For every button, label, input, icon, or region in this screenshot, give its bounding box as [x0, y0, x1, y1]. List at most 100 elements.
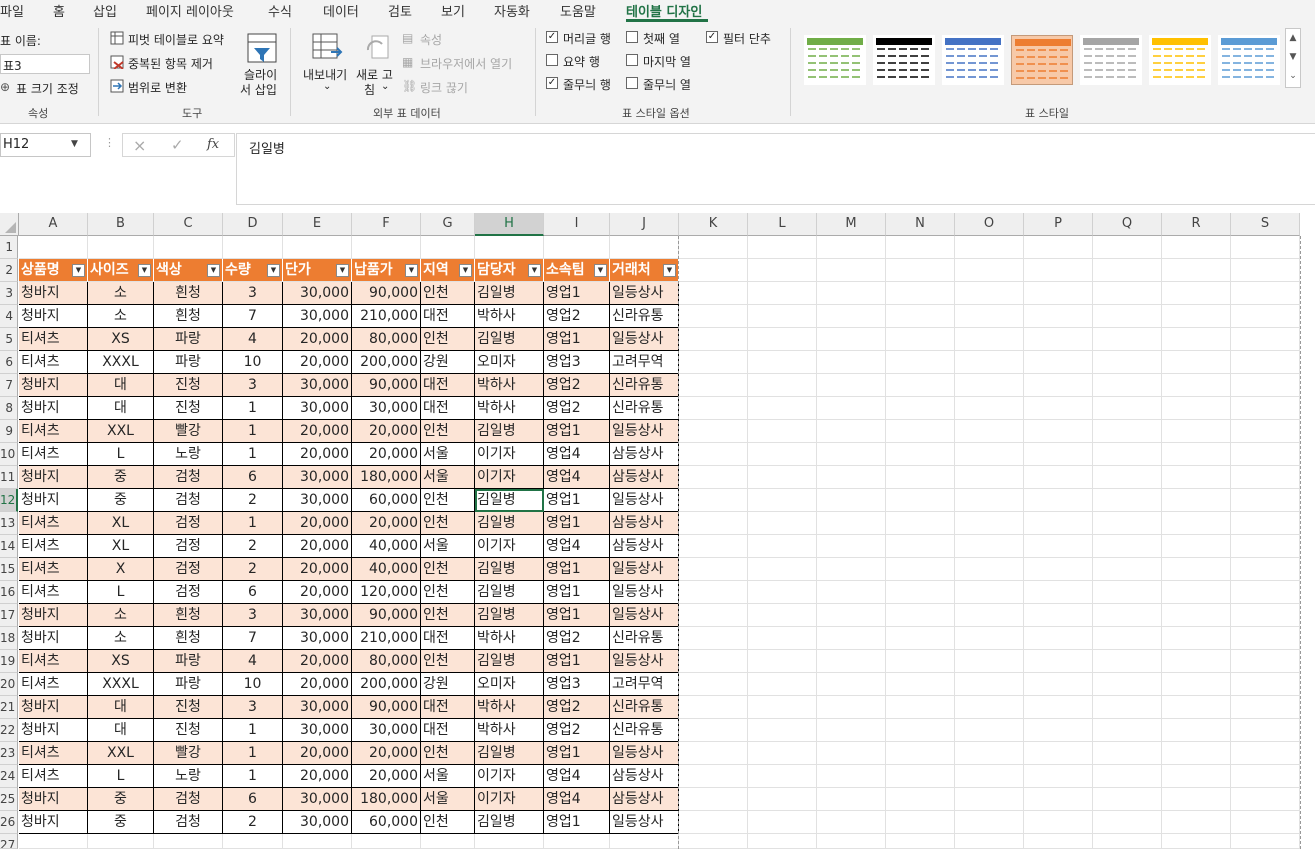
cell[interactable]: [544, 834, 610, 849]
table-cell[interactable]: 영업1: [544, 512, 610, 535]
table-cell[interactable]: 오미자: [475, 673, 544, 696]
table-cell[interactable]: 인천: [421, 581, 475, 604]
active-cell[interactable]: 김일병: [475, 489, 544, 512]
table-cell[interactable]: 2: [223, 535, 283, 558]
table-cell[interactable]: 20,000: [352, 443, 421, 466]
cell[interactable]: [1162, 420, 1231, 443]
table-cell[interactable]: 노랑: [154, 443, 223, 466]
cell[interactable]: [1231, 328, 1300, 351]
cell[interactable]: [955, 420, 1024, 443]
table-cell[interactable]: 40,000: [352, 535, 421, 558]
cell[interactable]: [1024, 489, 1093, 512]
table-cell[interactable]: 20,000: [283, 512, 352, 535]
cell[interactable]: [886, 374, 955, 397]
table-cell[interactable]: 영업1: [544, 489, 610, 512]
row-header[interactable]: 12: [0, 489, 18, 512]
table-cell[interactable]: 진청: [154, 696, 223, 719]
cell[interactable]: [1231, 259, 1300, 282]
table-cell[interactable]: 청바지: [19, 627, 88, 650]
table-cell[interactable]: 중: [88, 466, 154, 489]
cell[interactable]: [610, 834, 679, 849]
cell[interactable]: [1093, 351, 1162, 374]
table-cell[interactable]: 20,000: [283, 765, 352, 788]
table-cell[interactable]: 일등상사: [610, 328, 679, 351]
table-cell[interactable]: 소: [88, 604, 154, 627]
table-cell[interactable]: 90,000: [352, 696, 421, 719]
resize-table-button[interactable]: 표 크기 조정: [16, 80, 79, 97]
table-cell[interactable]: 20,000: [283, 443, 352, 466]
cell[interactable]: [1231, 558, 1300, 581]
name-box-dropdown-icon[interactable]: ▼: [71, 139, 78, 149]
table-header-cell[interactable]: 납품가 ▼: [352, 259, 421, 282]
cell[interactable]: [817, 558, 886, 581]
cell[interactable]: [88, 236, 154, 259]
cell[interactable]: [955, 535, 1024, 558]
cell[interactable]: [817, 305, 886, 328]
table-header-cell[interactable]: 지역 ▼: [421, 259, 475, 282]
table-cell[interactable]: 삼등상사: [610, 466, 679, 489]
cell[interactable]: [817, 466, 886, 489]
cell[interactable]: [544, 236, 610, 259]
table-cell[interactable]: 180,000: [352, 466, 421, 489]
table-cell[interactable]: 200,000: [352, 673, 421, 696]
table-cell[interactable]: L: [88, 581, 154, 604]
cell[interactable]: [154, 834, 223, 849]
cell[interactable]: [955, 811, 1024, 834]
table-cell[interactable]: 대: [88, 374, 154, 397]
table-cell[interactable]: 일등상사: [610, 742, 679, 765]
table-cell[interactable]: 검정: [154, 558, 223, 581]
table-cell[interactable]: 6: [223, 788, 283, 811]
cell[interactable]: [817, 374, 886, 397]
cell[interactable]: [817, 397, 886, 420]
table-cell[interactable]: 신라유통: [610, 397, 679, 420]
cell[interactable]: [223, 834, 283, 849]
cell[interactable]: [955, 282, 1024, 305]
cell[interactable]: [1024, 650, 1093, 673]
table-cell[interactable]: 영업1: [544, 811, 610, 834]
cell[interactable]: [886, 719, 955, 742]
cell[interactable]: [679, 259, 748, 282]
table-cell[interactable]: 80,000: [352, 650, 421, 673]
tab-view[interactable]: 보기: [441, 1, 465, 20]
filter-dropdown-icon[interactable]: ▼: [663, 264, 676, 277]
cell[interactable]: [817, 788, 886, 811]
cell[interactable]: [1231, 811, 1300, 834]
cell[interactable]: [679, 351, 748, 374]
table-cell[interactable]: 4: [223, 650, 283, 673]
cell[interactable]: [1024, 351, 1093, 374]
table-cell[interactable]: 대전: [421, 696, 475, 719]
row-header[interactable]: 18: [0, 627, 18, 650]
cell[interactable]: [817, 512, 886, 535]
table-cell[interactable]: 영업4: [544, 788, 610, 811]
cell[interactable]: [679, 489, 748, 512]
cell[interactable]: [1231, 351, 1300, 374]
select-all-corner[interactable]: [0, 213, 19, 236]
table-cell[interactable]: 청바지: [19, 604, 88, 627]
table-cell[interactable]: 20,000: [283, 535, 352, 558]
table-cell[interactable]: 신라유통: [610, 374, 679, 397]
filter-dropdown-icon[interactable]: ▼: [405, 264, 418, 277]
cell[interactable]: [475, 834, 544, 849]
table-header-cell[interactable]: 소속팀 ▼: [544, 259, 610, 282]
table-cell[interactable]: 대전: [421, 374, 475, 397]
column-header[interactable]: J: [610, 213, 679, 236]
cell[interactable]: [1231, 466, 1300, 489]
table-cell[interactable]: 20,000: [283, 558, 352, 581]
cell[interactable]: [1024, 673, 1093, 696]
cell[interactable]: [1093, 489, 1162, 512]
table-cell[interactable]: 이기자: [475, 443, 544, 466]
table-cell[interactable]: 검정: [154, 512, 223, 535]
table-cell[interactable]: XS: [88, 328, 154, 351]
table-cell[interactable]: 중: [88, 489, 154, 512]
tab-data[interactable]: 데이터: [323, 1, 359, 20]
table-header-cell[interactable]: 거래처 ▼: [610, 259, 679, 282]
cell[interactable]: [679, 650, 748, 673]
table-cell[interactable]: 10: [223, 351, 283, 374]
table-cell[interactable]: 210,000: [352, 627, 421, 650]
cell[interactable]: [886, 742, 955, 765]
cell[interactable]: [19, 236, 88, 259]
cell[interactable]: [1162, 788, 1231, 811]
table-cell[interactable]: 서울: [421, 443, 475, 466]
cell[interactable]: [1024, 742, 1093, 765]
table-cell[interactable]: 20,000: [352, 742, 421, 765]
